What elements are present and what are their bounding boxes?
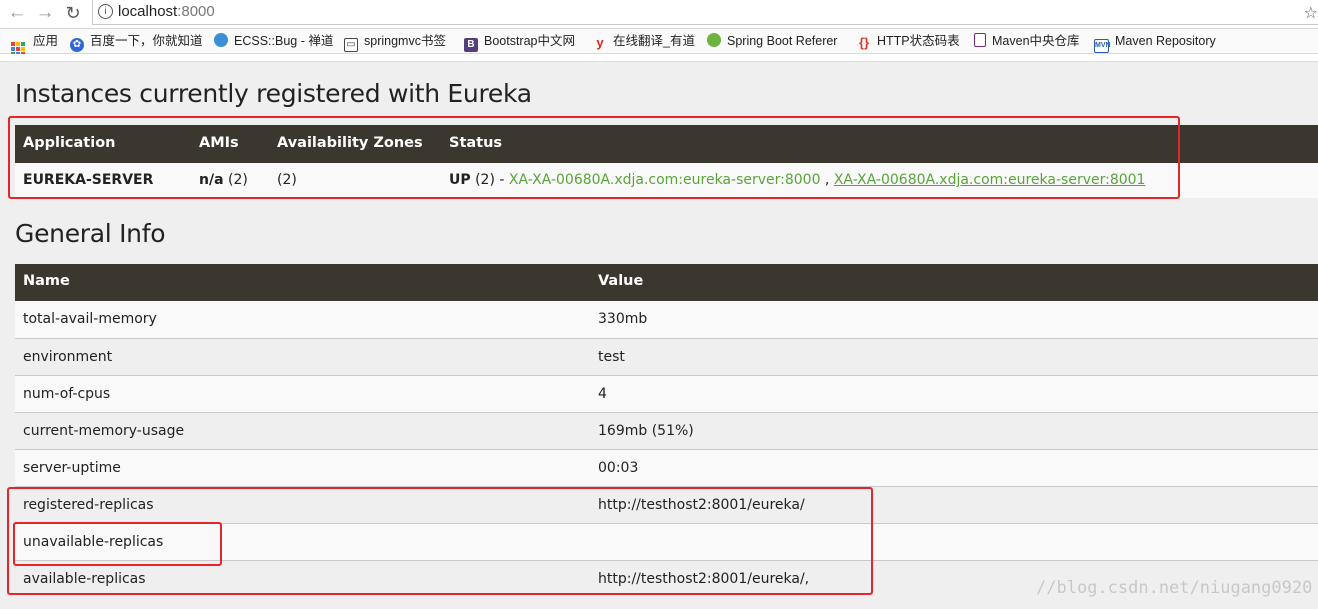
info-icon[interactable]: i — [98, 4, 113, 19]
bookmark-bootstrap[interactable]: B Bootstrap中文网 — [464, 33, 576, 52]
forward-arrow-icon[interactable]: → — [34, 2, 56, 24]
column-header-value: Value — [598, 273, 644, 289]
bookmark-label: Maven中央仓库 — [992, 34, 1080, 48]
bookmark-label: HTTP状态码表 — [877, 34, 960, 48]
youdao-icon: y — [596, 35, 604, 50]
bookmark-maven-central[interactable]: Maven中央仓库 — [974, 33, 1080, 50]
watermark: //blog.csdn.net/niugang0920 — [1036, 578, 1313, 598]
bookmark-apps[interactable]: 应用 — [11, 33, 59, 56]
mvn-icon: MVN — [1094, 39, 1111, 53]
back-arrow-icon[interactable]: ← — [6, 2, 28, 24]
info-name: num-of-cpus — [23, 386, 111, 402]
general-info-title: General Info — [15, 219, 166, 248]
info-row: environment test — [15, 338, 1318, 376]
bookmark-label: Maven Repository — [1115, 34, 1216, 48]
highlight-box-instances — [8, 116, 1180, 199]
url-text[interactable]: localhost:8000 — [118, 3, 215, 20]
bookmark-http-status[interactable]: {} HTTP状态码表 — [857, 33, 960, 50]
info-row: current-memory-usage 169mb (51%) — [15, 412, 1318, 450]
book-icon: ▭ — [344, 38, 358, 52]
info-value: 330mb — [598, 311, 648, 327]
bookmark-springmvc[interactable]: ▭ springmvc书签 — [344, 33, 446, 52]
instances-title: Instances currently registered with Eure… — [15, 79, 532, 108]
bookmark-icon — [974, 33, 986, 47]
bookmark-maven-repository[interactable]: MVN Maven Repository — [1094, 33, 1216, 53]
info-name: server-uptime — [23, 460, 121, 476]
info-row: total-avail-memory 330mb — [15, 301, 1318, 338]
bookmark-label: Bootstrap中文网 — [484, 34, 576, 48]
baidu-paw-icon: ✿ — [70, 38, 84, 52]
reload-icon[interactable]: ↻ — [62, 2, 84, 24]
info-value: test — [598, 349, 625, 365]
page-top-strip — [0, 54, 1318, 62]
column-header-name: Name — [23, 273, 70, 289]
bookmark-label: 百度一下，你就知道 — [90, 34, 203, 48]
bookmark-youdao[interactable]: y 在线翻译_有道 — [593, 33, 695, 50]
url-host: localhost — [118, 3, 178, 20]
bookmark-label: Spring Boot Referer — [727, 34, 838, 48]
url-port: :8000 — [177, 3, 215, 20]
bookmark-label: springmvc书签 — [364, 34, 446, 48]
bootstrap-icon: B — [464, 38, 478, 52]
globe-icon — [214, 33, 228, 47]
info-row: server-uptime 00:03 — [15, 449, 1318, 487]
bookmark-ecss-bug[interactable]: ECSS::Bug - 禅道 — [214, 33, 333, 50]
bookmark-label: 在线翻译_有道 — [613, 34, 695, 48]
browser-toolbar: ← → ↻ i localhost:8000 ☆ — [0, 0, 1318, 29]
address-bar[interactable]: i localhost:8000 — [92, 0, 1318, 25]
general-info-table-header: Name Value — [15, 264, 1318, 301]
bookmark-star-icon[interactable]: ☆ — [1304, 3, 1318, 23]
bookmark-baidu[interactable]: ✿ 百度一下，你就知道 — [70, 33, 203, 52]
braces-icon: {} — [858, 35, 870, 50]
info-value: 00:03 — [598, 460, 639, 476]
spring-icon — [707, 33, 721, 47]
bookmark-label: 应用 — [33, 34, 59, 48]
info-value: 4 — [598, 386, 607, 402]
info-name: environment — [23, 349, 113, 365]
info-name: total-avail-memory — [23, 311, 157, 327]
bookmark-spring-boot[interactable]: Spring Boot Referer — [707, 33, 837, 50]
info-name: current-memory-usage — [23, 423, 185, 439]
info-row: num-of-cpus 4 — [15, 375, 1318, 413]
highlight-box-unavailable-replicas — [13, 522, 222, 566]
bookmarks-bar: 应用 ✿ 百度一下，你就知道 ECSS::Bug - 禅道 ▭ springmvc书… — [0, 29, 1318, 56]
info-value: 169mb (51%) — [598, 423, 694, 439]
bookmark-label: ECSS::Bug - 禅道 — [234, 34, 334, 48]
